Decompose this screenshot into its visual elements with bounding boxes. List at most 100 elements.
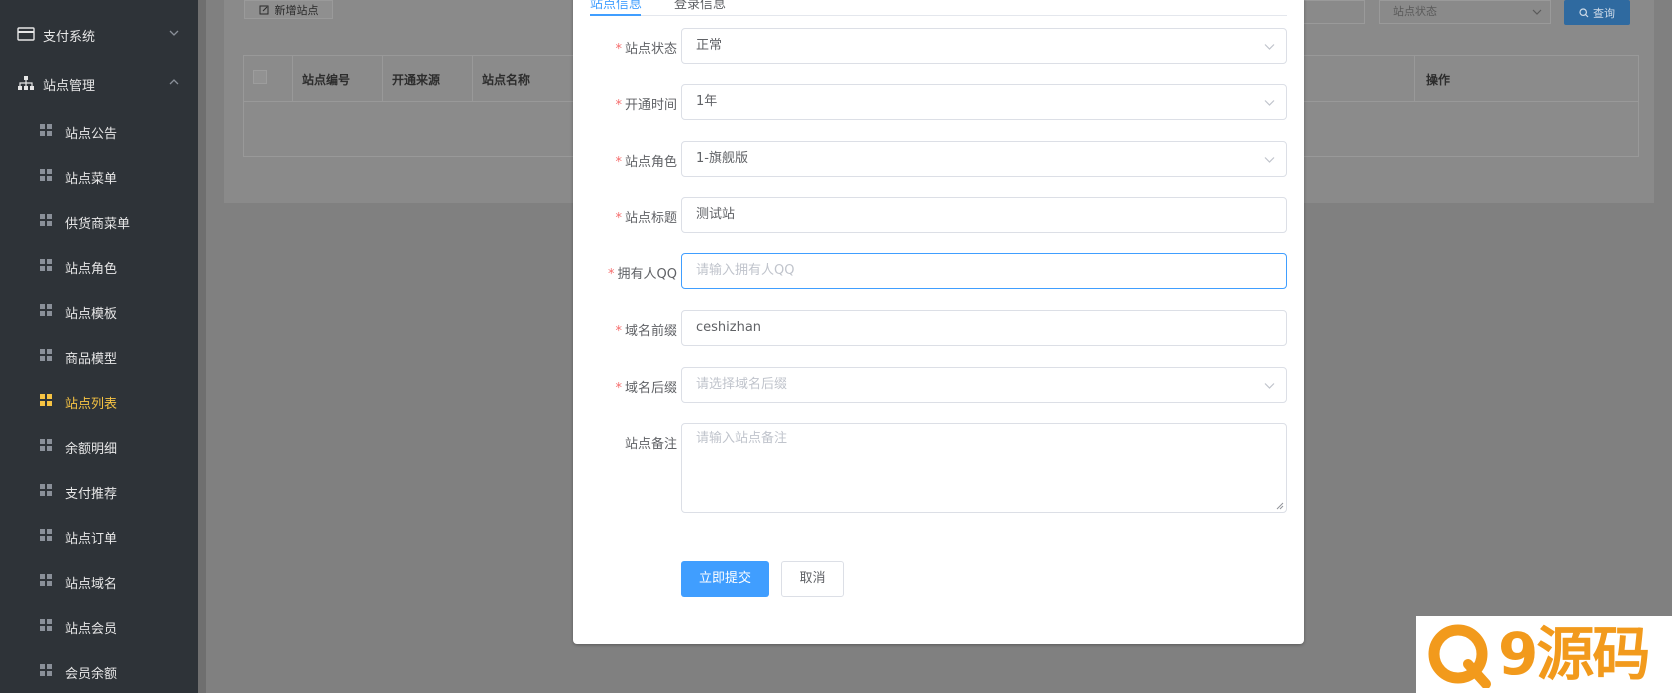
sidebar-item-site-list[interactable]: 站点列表 — [0, 381, 198, 421]
title-value: 测试站 — [696, 207, 736, 222]
grid-icon — [40, 169, 53, 182]
form-row-role: * 站点角色 1-旗舰版 — [573, 141, 1304, 179]
dialog-tabs: 站点信息 登录信息 — [590, 0, 1287, 16]
form-row-domain-prefix: * 域名前缀 ceshizhan — [573, 310, 1304, 348]
grid-icon — [40, 484, 53, 497]
remark-placeholder: 请输入站点备注 — [696, 431, 788, 446]
sidebar-item-label: 站点会员 — [65, 622, 118, 637]
tab-site-info[interactable]: 站点信息 — [590, 0, 642, 12]
open-time-select[interactable]: 1年 — [681, 84, 1287, 120]
cancel-button[interactable]: 取消 — [781, 561, 844, 597]
query-button[interactable]: 查询 — [1564, 0, 1630, 25]
sidebar-item-supplier-menu[interactable]: 供货商菜单 — [0, 201, 198, 241]
field-label: 站点备注 — [624, 437, 677, 452]
role-value: 1-旗舰版 — [696, 151, 748, 166]
sidebar-item-label: 商品模型 — [65, 352, 118, 367]
owner-qq-input[interactable]: 请输入拥有人QQ — [681, 253, 1287, 289]
title-input[interactable]: 测试站 — [681, 197, 1287, 233]
sidebar-item-label: 站点公告 — [65, 127, 118, 142]
field-label: * 开通时间 — [615, 98, 677, 113]
owner-qq-placeholder: 请输入拥有人QQ — [696, 263, 795, 278]
resize-handle-icon[interactable] — [1276, 502, 1284, 510]
active-tab-indicator — [590, 14, 641, 16]
select-all-checkbox[interactable] — [253, 70, 267, 84]
sidebar-item-label: 支付推荐 — [65, 487, 118, 502]
sidebar-item-label: 余额明细 — [65, 442, 118, 457]
form-row-open-time: * 开通时间 1年 — [573, 84, 1304, 122]
add-site-button[interactable]: 新增站点 — [244, 0, 333, 19]
status-filter-placeholder: 站点状态 — [1393, 5, 1437, 18]
sidebar-group-payment[interactable]: 支付系统 — [0, 14, 198, 54]
submit-button[interactable]: 立即提交 — [681, 561, 769, 597]
grid-icon — [40, 529, 53, 542]
field-label: * 域名后缀 — [615, 381, 677, 396]
chevron-down-icon — [1532, 9, 1542, 15]
sidebar-item-balance-detail[interactable]: 余额明细 — [0, 426, 198, 466]
search-icon — [1579, 7, 1589, 17]
grid-icon — [40, 259, 53, 272]
sidebar: 支付系统 站点管理 站点公告 站点菜单 供货商菜单 站点角色 站点模板 商品模型… — [0, 0, 198, 693]
status-select[interactable]: 正常 — [681, 28, 1287, 64]
column-header: 操作 — [1426, 73, 1451, 87]
field-label: * 站点状态 — [615, 42, 677, 57]
chevron-down-icon — [1264, 100, 1275, 106]
field-label: * 拥有人QQ — [608, 267, 677, 282]
add-site-label: 新增站点 — [274, 3, 319, 17]
sidebar-item-site-domain[interactable]: 站点域名 — [0, 561, 198, 601]
query-label: 查询 — [1593, 6, 1615, 20]
watermark-logo: 9源码 — [1416, 616, 1672, 693]
edit-site-dialog: 站点信息 登录信息 * 站点状态 正常 * 开通时间 1年 * 站点角色 1-旗舰版 … — [573, 0, 1304, 644]
sidebar-item-payment-recommend[interactable]: 支付推荐 — [0, 471, 198, 511]
sidebar-item-site-menu[interactable]: 站点菜单 — [0, 156, 198, 196]
grid-icon — [40, 304, 53, 317]
column-header: 站点名称 — [482, 73, 531, 87]
grid-icon — [40, 439, 53, 452]
tab-login-info[interactable]: 登录信息 — [674, 0, 726, 12]
chevron-down-icon — [1264, 44, 1275, 50]
sidebar-item-label: 站点域名 — [65, 577, 118, 592]
chevron-down-icon — [1264, 383, 1275, 389]
column-header: 开通来源 — [392, 73, 441, 87]
sidebar-item-member-balance[interactable]: 会员余额 — [0, 651, 198, 691]
form-row-status: * 站点状态 正常 — [573, 28, 1304, 66]
chevron-up-icon — [169, 79, 179, 85]
sidebar-item-label: 站点订单 — [65, 532, 118, 547]
chevron-down-icon — [169, 30, 179, 36]
remark-textarea[interactable]: 请输入站点备注 — [681, 423, 1287, 513]
domain-prefix-input[interactable]: ceshizhan — [681, 310, 1287, 346]
domain-suffix-placeholder: 请选择域名后缀 — [696, 377, 788, 392]
grid-icon — [40, 574, 53, 587]
grid-icon — [40, 619, 53, 632]
sidebar-group-label: 支付系统 — [43, 30, 96, 45]
sidebar-item-site-orders[interactable]: 站点订单 — [0, 516, 198, 556]
chevron-down-icon — [1264, 157, 1275, 163]
edit-icon — [259, 5, 268, 14]
sidebar-item-site-notice[interactable]: 站点公告 — [0, 111, 198, 151]
column-header: 站点编号 — [302, 73, 351, 87]
sidebar-item-label: 供货商菜单 — [65, 217, 131, 232]
form-row-title: * 站点标题 测试站 — [573, 197, 1304, 235]
sidebar-group-site-management[interactable]: 站点管理 — [0, 63, 198, 103]
sidebar-item-label: 站点模板 — [65, 307, 118, 322]
watermark-text: 9源码 — [1498, 620, 1650, 688]
domain-suffix-select[interactable]: 请选择域名后缀 — [681, 367, 1287, 403]
sidebar-item-label: 会员余额 — [65, 667, 118, 682]
form-row-remark: 站点备注 请输入站点备注 — [573, 423, 1304, 515]
grid-icon — [40, 214, 53, 227]
grid-icon — [40, 664, 53, 677]
role-select[interactable]: 1-旗舰版 — [681, 141, 1287, 177]
status-filter-select[interactable]: 站点状态 — [1379, 0, 1551, 24]
card-icon — [17, 27, 35, 41]
form-row-owner-qq: * 拥有人QQ 请输入拥有人QQ — [573, 253, 1304, 291]
sidebar-item-site-members[interactable]: 站点会员 — [0, 606, 198, 646]
sidebar-item-label: 站点角色 — [65, 262, 118, 277]
sitemap-icon — [18, 76, 34, 90]
field-label: * 域名前缀 — [615, 324, 677, 339]
sidebar-item-site-template[interactable]: 站点模板 — [0, 291, 198, 331]
sidebar-item-label: 站点菜单 — [65, 172, 118, 187]
grid-icon — [40, 394, 53, 407]
sidebar-item-site-role[interactable]: 站点角色 — [0, 246, 198, 286]
q-logo-icon — [1428, 624, 1491, 688]
sidebar-item-product-model[interactable]: 商品模型 — [0, 336, 198, 376]
sidebar-item-label: 站点列表 — [65, 397, 118, 412]
